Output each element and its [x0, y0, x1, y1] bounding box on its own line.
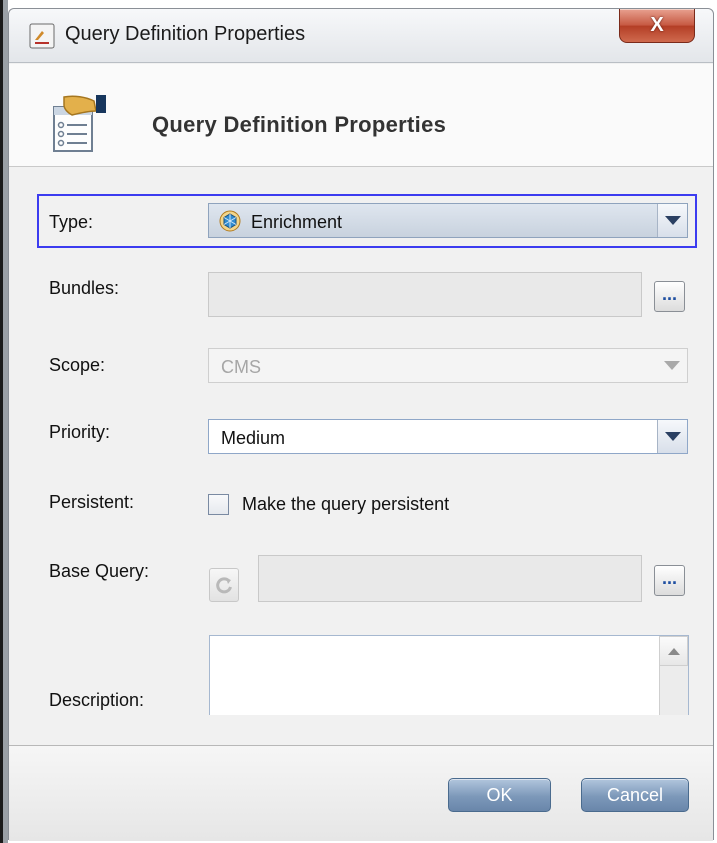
type-select[interactable]: Enrichment [208, 203, 688, 238]
enrichment-icon [219, 210, 241, 232]
close-button[interactable]: X [619, 9, 695, 43]
description-textarea[interactable] [209, 635, 689, 715]
chevron-up-icon [667, 647, 680, 655]
ellipsis-icon: ... [661, 567, 677, 588]
scope-select: CMS [208, 348, 688, 383]
persistent-label: Persistent: [49, 492, 135, 512]
priority-label: Priority: [49, 422, 111, 442]
base-query-label: Base Query: [49, 561, 150, 581]
chevron-down-icon [664, 216, 681, 225]
type-value: Enrichment [251, 212, 343, 232]
dialog-header: Query Definition Properties [9, 64, 713, 167]
properties-form: Type: Enrichment Bundles: ... Scope: CMS [9, 169, 713, 744]
close-icon: X [650, 14, 664, 36]
dialog-footer: OK Cancel [9, 745, 713, 841]
bundles-browse-button[interactable]: ... [654, 281, 685, 312]
query-properties-icon [53, 95, 106, 152]
description-label: Description: [49, 690, 145, 710]
refresh-icon [216, 577, 232, 594]
background-window-edge [0, 0, 8, 843]
bundles-field [208, 272, 642, 317]
description-scrollbar[interactable] [659, 636, 688, 715]
window-title: Query Definition Properties [65, 23, 306, 45]
query-definition-properties-dialog: Query Definition Properties X Query Defi… [8, 8, 714, 841]
base-query-browse-button[interactable]: ... [654, 565, 685, 596]
persistent-checkbox[interactable] [208, 494, 229, 515]
title-bar[interactable]: Query Definition Properties X [9, 9, 713, 63]
type-dropdown-button[interactable] [657, 204, 687, 237]
header-title: Query Definition Properties [152, 112, 447, 137]
chevron-down-icon [664, 432, 681, 441]
chevron-down-icon [664, 361, 680, 370]
ok-button[interactable]: OK [448, 778, 551, 812]
priority-value: Medium [221, 428, 286, 448]
base-query-field [258, 555, 642, 602]
scope-label: Scope: [49, 355, 106, 375]
cancel-button[interactable]: Cancel [581, 778, 689, 812]
priority-select[interactable]: Medium [208, 419, 688, 454]
bundles-label: Bundles: [49, 278, 120, 298]
type-label: Type: [49, 212, 94, 232]
scope-dropdown-button [657, 349, 687, 382]
scope-value: CMS [221, 357, 261, 377]
ellipsis-icon: ... [661, 283, 677, 304]
base-query-refresh-button [209, 568, 239, 602]
persistent-checkbox-label[interactable]: Make the query persistent [242, 494, 449, 515]
app-icon [29, 23, 55, 49]
scroll-up-button[interactable] [659, 636, 688, 666]
priority-dropdown-button[interactable] [657, 420, 687, 453]
